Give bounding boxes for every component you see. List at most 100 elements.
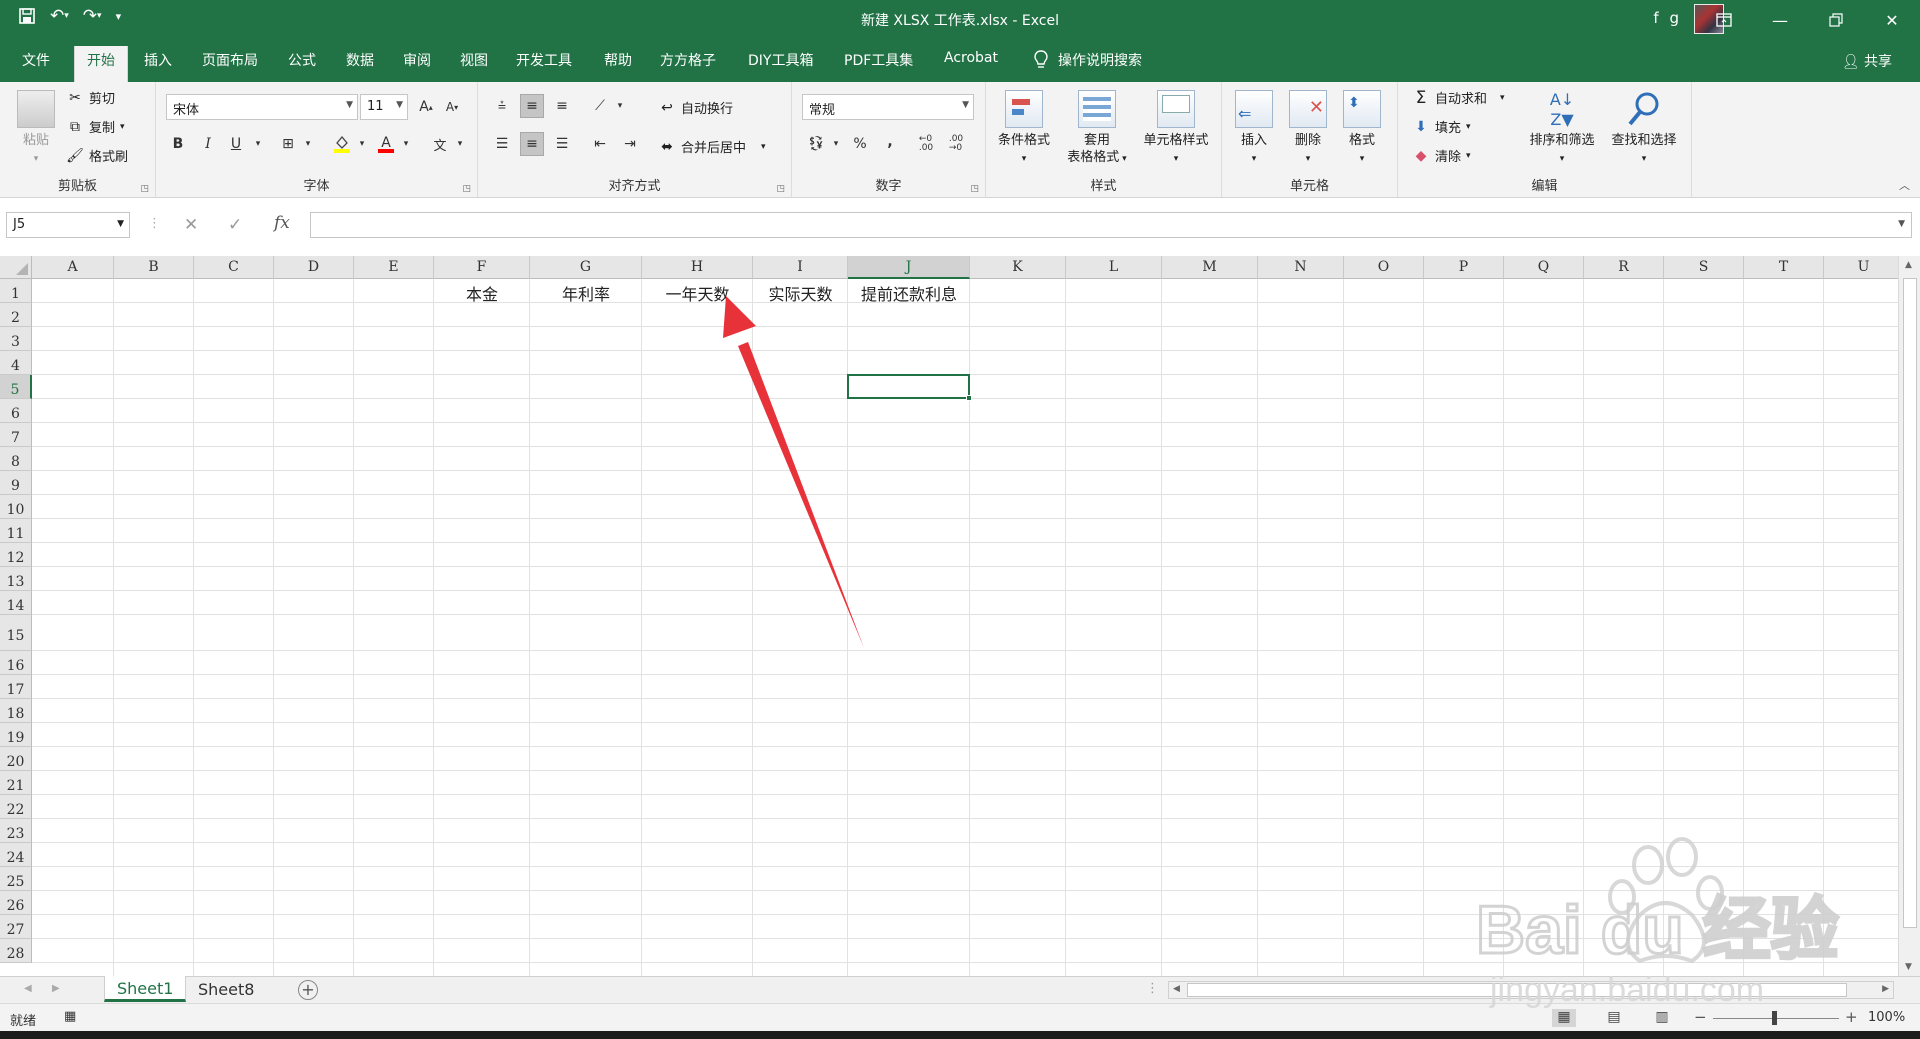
normal-view-icon[interactable]: ▦ bbox=[1552, 1009, 1576, 1027]
autosum-button[interactable]: Σ 自动求和 ▾ bbox=[1412, 88, 1505, 108]
tab-review[interactable]: 审阅 bbox=[403, 50, 431, 70]
delete-cells-button[interactable]: ✕ 删除 ▾ bbox=[1282, 90, 1334, 168]
prev-sheet-icon[interactable]: ◀ bbox=[24, 983, 32, 994]
underline-button[interactable]: U bbox=[224, 132, 248, 156]
comma-style-button[interactable]: , bbox=[878, 130, 902, 154]
confirm-entry-icon[interactable]: ✓ bbox=[228, 215, 242, 235]
add-sheet-icon[interactable]: + bbox=[298, 980, 318, 1000]
percent-style-button[interactable]: % bbox=[848, 132, 872, 156]
tab-insert[interactable]: 插入 bbox=[144, 50, 172, 70]
align-center-icon[interactable]: ≡ bbox=[520, 132, 544, 156]
ribbon-display-options-icon[interactable] bbox=[1696, 0, 1752, 40]
tab-developer[interactable]: 开发工具 bbox=[516, 50, 572, 70]
decrease-font-size-icon[interactable]: A ▾ bbox=[440, 95, 464, 119]
close-icon[interactable]: ✕ bbox=[1864, 0, 1920, 40]
paste-button[interactable]: 粘贴 ▾ bbox=[14, 90, 58, 168]
restore-icon[interactable] bbox=[1808, 0, 1864, 40]
increase-decimal-icon[interactable]: ←0.00 bbox=[914, 132, 938, 156]
align-left-icon[interactable]: ☰ bbox=[490, 132, 514, 156]
scroll-right-icon[interactable]: ▶ bbox=[1882, 984, 1889, 994]
font-name-select[interactable]: 宋体 ▼ bbox=[166, 94, 358, 120]
insert-function-icon[interactable]: fx bbox=[274, 213, 290, 233]
sort-filter-button[interactable]: A↓ Z▼ 排序和筛选 ▾ bbox=[1522, 90, 1602, 168]
italic-button[interactable]: I bbox=[196, 132, 220, 156]
cancel-entry-icon[interactable]: ✕ bbox=[184, 215, 198, 235]
increase-indent-icon[interactable]: ⇥ bbox=[618, 132, 642, 156]
zoom-out-icon[interactable]: − bbox=[1694, 1008, 1707, 1026]
sheet-tab-sheet8[interactable]: Sheet8 bbox=[186, 977, 266, 1003]
collapse-ribbon-icon[interactable]: ︿ bbox=[1899, 177, 1910, 193]
copy-button[interactable]: ⧉ 复制 ▾ bbox=[66, 117, 125, 137]
tab-formulas[interactable]: 公式 bbox=[288, 50, 316, 70]
align-right-icon[interactable]: ☰ bbox=[550, 132, 574, 156]
align-bottom-icon[interactable]: ≡ bbox=[550, 94, 574, 118]
tab-page-layout[interactable]: 页面布局 bbox=[202, 50, 258, 70]
page-layout-view-icon[interactable]: ▤ bbox=[1602, 1009, 1626, 1027]
page-break-view-icon[interactable]: ▥ bbox=[1650, 1009, 1674, 1027]
tab-home[interactable]: 开始 bbox=[74, 46, 128, 82]
cell-styles-button[interactable]: 单元格样式 ▾ bbox=[1134, 90, 1218, 168]
number-format-select[interactable]: 常规 ▼ bbox=[802, 94, 974, 120]
share-button[interactable]: 👤︎ 共享 bbox=[1842, 51, 1892, 71]
align-middle-icon[interactable]: ≡ bbox=[520, 94, 544, 118]
tab-splitter-icon[interactable]: ⋮ bbox=[1146, 981, 1159, 996]
formula-input[interactable]: ▼ bbox=[310, 212, 1912, 238]
fill-button[interactable]: ⬇ 填充 ▾ bbox=[1412, 117, 1470, 137]
sheet-tab-sheet1[interactable]: Sheet1 bbox=[104, 976, 187, 1002]
format-painter-button[interactable]: 🖌︎ 格式刷 bbox=[66, 146, 128, 166]
horizontal-scrollbar[interactable]: ◀ ▶ bbox=[1168, 981, 1894, 999]
underline-dropdown-icon[interactable]: ▾ bbox=[246, 132, 270, 156]
conditional-formatting-button[interactable]: 条件格式 ▾ bbox=[992, 90, 1056, 168]
find-select-button[interactable]: 查找和选择 ▾ bbox=[1604, 90, 1684, 168]
horizontal-scroll-thumb[interactable] bbox=[1187, 983, 1847, 997]
vertical-scroll-thumb[interactable] bbox=[1903, 278, 1917, 928]
minimize-icon[interactable]: — bbox=[1752, 0, 1808, 40]
dialog-launcher-icon[interactable]: ◳ bbox=[140, 184, 149, 194]
orientation-dropdown-icon[interactable]: ▾ bbox=[608, 94, 632, 118]
font-size-select[interactable]: 11 ▼ bbox=[360, 94, 408, 120]
scroll-up-icon[interactable]: ▲ bbox=[1905, 260, 1912, 270]
tab-pdf[interactable]: PDF工具集 bbox=[844, 50, 913, 70]
insert-cells-button[interactable]: ⇐ 插入 ▾ bbox=[1228, 90, 1280, 168]
name-box[interactable]: J5 ▼ bbox=[6, 212, 130, 238]
align-top-icon[interactable]: ⩮ bbox=[490, 94, 514, 118]
next-sheet-icon[interactable]: ▶ bbox=[52, 983, 60, 994]
phonetic-dropdown-icon[interactable]: ▾ bbox=[448, 132, 472, 156]
dialog-launcher-icon[interactable]: ◳ bbox=[970, 184, 979, 194]
borders-dropdown-icon[interactable]: ▾ bbox=[296, 132, 320, 156]
format-cells-button[interactable]: ⬍ 格式 ▾ bbox=[1336, 90, 1388, 168]
dialog-launcher-icon[interactable]: ◳ bbox=[776, 184, 785, 194]
decrease-indent-icon[interactable]: ⇤ bbox=[588, 132, 612, 156]
decrease-decimal-icon[interactable]: .00 →0 bbox=[944, 132, 968, 156]
zoom-level[interactable]: 100% bbox=[1868, 1010, 1905, 1025]
tab-file[interactable]: 文件 bbox=[22, 50, 50, 70]
macro-record-icon[interactable]: ▦ bbox=[64, 1009, 76, 1024]
scroll-left-icon[interactable]: ◀ bbox=[1173, 984, 1180, 994]
tab-fangfang[interactable]: 方方格子 bbox=[660, 50, 716, 70]
tab-diy[interactable]: DIY工具箱 bbox=[748, 50, 813, 70]
increase-font-size-icon[interactable]: A ▴ bbox=[414, 95, 438, 119]
user-name[interactable]: f g bbox=[1653, 9, 1682, 27]
tab-view[interactable]: 视图 bbox=[460, 50, 488, 70]
dialog-launcher-icon[interactable]: ◳ bbox=[462, 184, 471, 194]
fill-color-dropdown-icon[interactable]: ▾ bbox=[350, 132, 374, 156]
tell-me-search[interactable]: 操作说明搜索 bbox=[1034, 50, 1142, 70]
more-icon[interactable]: ⋮ bbox=[148, 216, 161, 231]
clear-button[interactable]: ◆ 清除 ▾ bbox=[1412, 146, 1471, 166]
bold-button[interactable]: B bbox=[166, 132, 190, 156]
zoom-slider-thumb[interactable] bbox=[1772, 1011, 1777, 1025]
vertical-scrollbar[interactable]: ▲ ▼ bbox=[1898, 256, 1920, 976]
scroll-down-icon[interactable]: ▼ bbox=[1905, 962, 1912, 972]
merge-center-button[interactable]: ⬌ 合并后居中 ▾ bbox=[658, 137, 765, 157]
cut-button[interactable]: ✂ 剪切 bbox=[66, 88, 115, 108]
tab-acrobat[interactable]: Acrobat bbox=[944, 50, 998, 66]
accounting-dropdown-icon[interactable]: ▾ bbox=[824, 132, 848, 156]
font-color-dropdown-icon[interactable]: ▾ bbox=[394, 132, 418, 156]
tab-help[interactable]: 帮助 bbox=[604, 50, 632, 70]
wrap-text-button[interactable]: ↩ 自动换行 bbox=[658, 98, 733, 118]
tab-data[interactable]: 数据 bbox=[346, 50, 374, 70]
zoom-in-icon[interactable]: + bbox=[1845, 1008, 1858, 1026]
delete-cells-icon: ✕ bbox=[1289, 90, 1327, 128]
format-as-table-button[interactable]: 套用 表格格式 ▾ bbox=[1060, 90, 1134, 168]
spreadsheet-grid[interactable]: A B C D E F G H I J K L M N O P Q R S T U 1 2 3 4 5 6 7 8 9 10 11 12 13 14… bbox=[0, 256, 1898, 976]
